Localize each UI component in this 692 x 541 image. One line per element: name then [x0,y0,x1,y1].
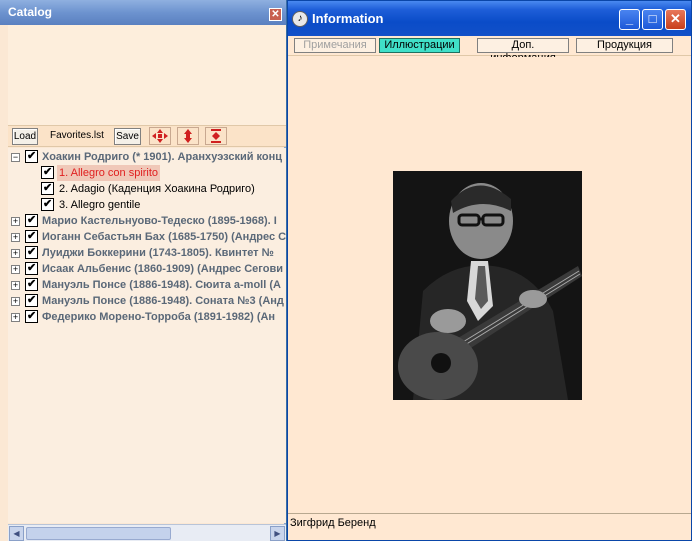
tree-item-label: Луиджи Боккерини (1743-1805). Квинтет № [42,247,274,259]
tree-item[interactable]: + Иоганн Себастьян Бах (1685-1750) (Андр… [8,229,286,245]
tree-checkbox[interactable] [25,229,38,243]
tree-checkbox[interactable] [41,197,54,211]
tree-checkbox[interactable] [25,261,38,275]
horizontal-scrollbar[interactable]: ◀ ▶ [8,524,286,541]
tab-illustrations[interactable]: Иллюстрации [379,38,460,53]
catalog-toolbar: Load Favorites.lst Save [8,125,286,147]
scroll-right-icon[interactable]: ▶ [270,526,285,541]
tree-item[interactable]: + Мануэль Понсе (1886-1948). Соната №3 (… [8,293,286,309]
tree-item-label: Марио Кастельнуово-Тедеско (1895-1968). … [42,215,277,227]
tree-item[interactable]: + Федерико Морено-Торроба (1891-1982) (А… [8,309,286,325]
scrollbar-thumb[interactable] [26,527,171,540]
tree-item[interactable]: + Луиджи Боккерини (1743-1805). Квинтет … [8,245,286,261]
tree-item-label: Иоганн Себастьян Бах (1685-1750) (Андрес… [42,231,286,243]
tree-checkbox[interactable] [25,149,38,163]
close-icon[interactable]: ✕ [665,9,686,30]
app-icon: ♪ [292,11,308,27]
tree-item-label: Мануэль Понсе (1886-1948). Сюита a-moll … [42,279,281,291]
catalog-titlebar: Catalog ✕ [0,0,286,25]
tab-notes[interactable]: Примечания [294,38,376,53]
caption-bar: Зигфрид Беренд [288,513,691,540]
tree-checkbox[interactable] [25,309,38,323]
playlist-file-name: Favorites.lst [50,130,104,141]
tree-checkbox[interactable] [25,293,38,307]
move-to-ends-icon[interactable] [205,127,227,145]
catalog-panel: Catalog ✕ Load Favorites.lst Save − ✔ Хо… [0,0,286,541]
close-icon[interactable]: ✕ [269,8,282,21]
collapse-icon[interactable]: − [11,153,20,162]
tree-checkbox[interactable] [25,277,38,291]
minimize-icon[interactable]: _ [619,9,640,30]
move-vertical-icon[interactable] [177,127,199,145]
tree-child-label: 1. Allegro con spirito [57,165,161,181]
tree-item-rodrigo[interactable]: − Хоакин Родриго (* 1901). Аранхуэзский … [8,149,286,165]
expand-icon[interactable]: + [11,249,20,258]
expand-icon[interactable]: + [11,297,20,306]
tree-item-label: Мануэль Понсе (1886-1948). Соната №3 (Ан… [42,295,284,307]
catalog-info-area [8,25,286,125]
catalog-tree: − Хоакин Родриго (* 1901). Аранхуэзский … [8,148,286,523]
move-all-icon[interactable] [149,127,171,145]
expand-icon[interactable]: + [11,281,20,290]
expand-icon[interactable]: + [11,313,20,322]
information-window: ♪ Information _ □ ✕ Примечания Иллюстрац… [287,0,692,541]
tree-item[interactable]: + Марио Кастельнуово-Тедеско (1895-1968)… [8,213,286,229]
tab-production[interactable]: Продукция [576,38,673,53]
tree-child-item[interactable]: 1. Allegro con spirito [8,165,286,181]
illustration-area [290,57,689,513]
tree-checkbox[interactable] [25,213,38,227]
tree-item-label: Исаак Альбенис (1860-1909) (Андрес Сегов… [42,263,283,275]
expand-icon[interactable]: + [11,233,20,242]
tree-item[interactable]: + Мануэль Понсе (1886-1948). Сюита a-mol… [8,277,286,293]
illustration-caption: Зигфрид Беренд [290,517,376,529]
info-tabs: Примечания Иллюстрации Доп. информация П… [288,36,691,64]
tree-item-label: Федерико Морено-Торроба (1891-1982) (Ан [42,311,276,323]
portrait-photo [393,171,582,400]
info-title: Information [312,11,384,26]
expand-icon[interactable]: + [11,217,20,226]
tab-additional-info[interactable]: Доп. информация [477,38,569,64]
expand-icon[interactable]: + [11,265,20,274]
tree-checkbox[interactable] [41,181,54,195]
tree-child-label: 3. Allegro gentile [59,199,141,211]
info-titlebar: ♪ Information _ □ ✕ [288,1,691,36]
tree-item[interactable]: + Исаак Альбенис (1860-1909) (Андрес Сег… [8,261,286,277]
tree-checkbox[interactable] [41,165,54,179]
catalog-title: Catalog [8,5,53,19]
tree-checkbox[interactable] [25,245,38,259]
tree-item-label: Хоакин Родриго (* 1901). Аранхуэзский ко… [42,151,283,163]
tree-child-label: 2. Adagio (Каденция Хоакина Родриго) [59,183,255,195]
scroll-left-icon[interactable]: ◀ [9,526,24,541]
maximize-icon[interactable]: □ [642,9,663,30]
tree-child-item[interactable]: 3. Allegro gentile [8,197,286,213]
save-button[interactable]: Save [114,128,141,145]
tree-child-item[interactable]: 2. Adagio (Каденция Хоакина Родриго) [8,181,286,197]
load-button[interactable]: Load [12,128,38,145]
